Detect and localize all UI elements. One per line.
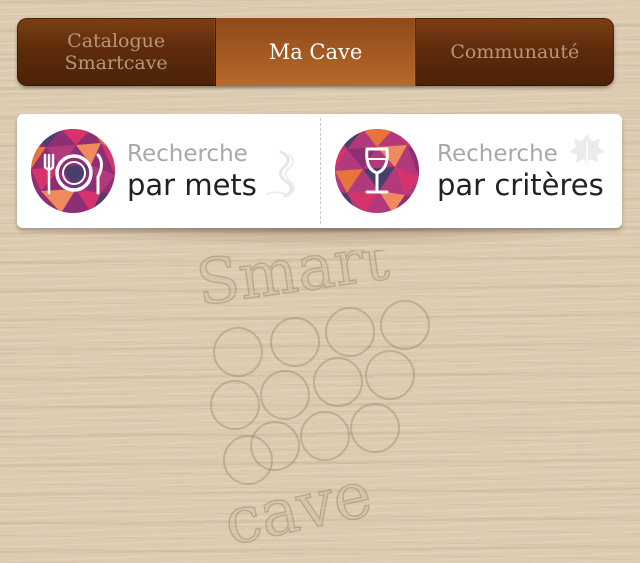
- tab-bar: Catalogue Smartcave Ma Cave Communauté: [17, 18, 614, 86]
- svg-text:cave: cave: [218, 457, 378, 560]
- svg-text:Smart: Smart: [192, 250, 393, 320]
- spaghetti-icon: [266, 150, 296, 198]
- smartcave-watermark-logo: Smart cave: [191, 250, 430, 560]
- search-by-criteria-button[interactable]: Recherche par critères: [321, 114, 622, 228]
- search-panel: Recherche par mets Recherche par critère…: [17, 114, 622, 228]
- search-by-dish-label-small: Recherche: [127, 141, 248, 167]
- vine-leaf-icon: [569, 134, 605, 166]
- panel-shadow: [25, 226, 615, 248]
- tab-ma-cave[interactable]: Ma Cave: [216, 18, 416, 86]
- search-by-dish-button[interactable]: Recherche par mets: [17, 114, 319, 228]
- search-by-criteria-label: par critères: [437, 168, 604, 202]
- search-by-dish-label: par mets: [127, 168, 257, 202]
- tab-communaute[interactable]: Communauté: [416, 18, 614, 86]
- wine-glass-icon: [335, 129, 419, 213]
- plate-fork-knife-icon: [31, 129, 115, 213]
- tab-catalogue-smartcave[interactable]: Catalogue Smartcave: [17, 18, 217, 86]
